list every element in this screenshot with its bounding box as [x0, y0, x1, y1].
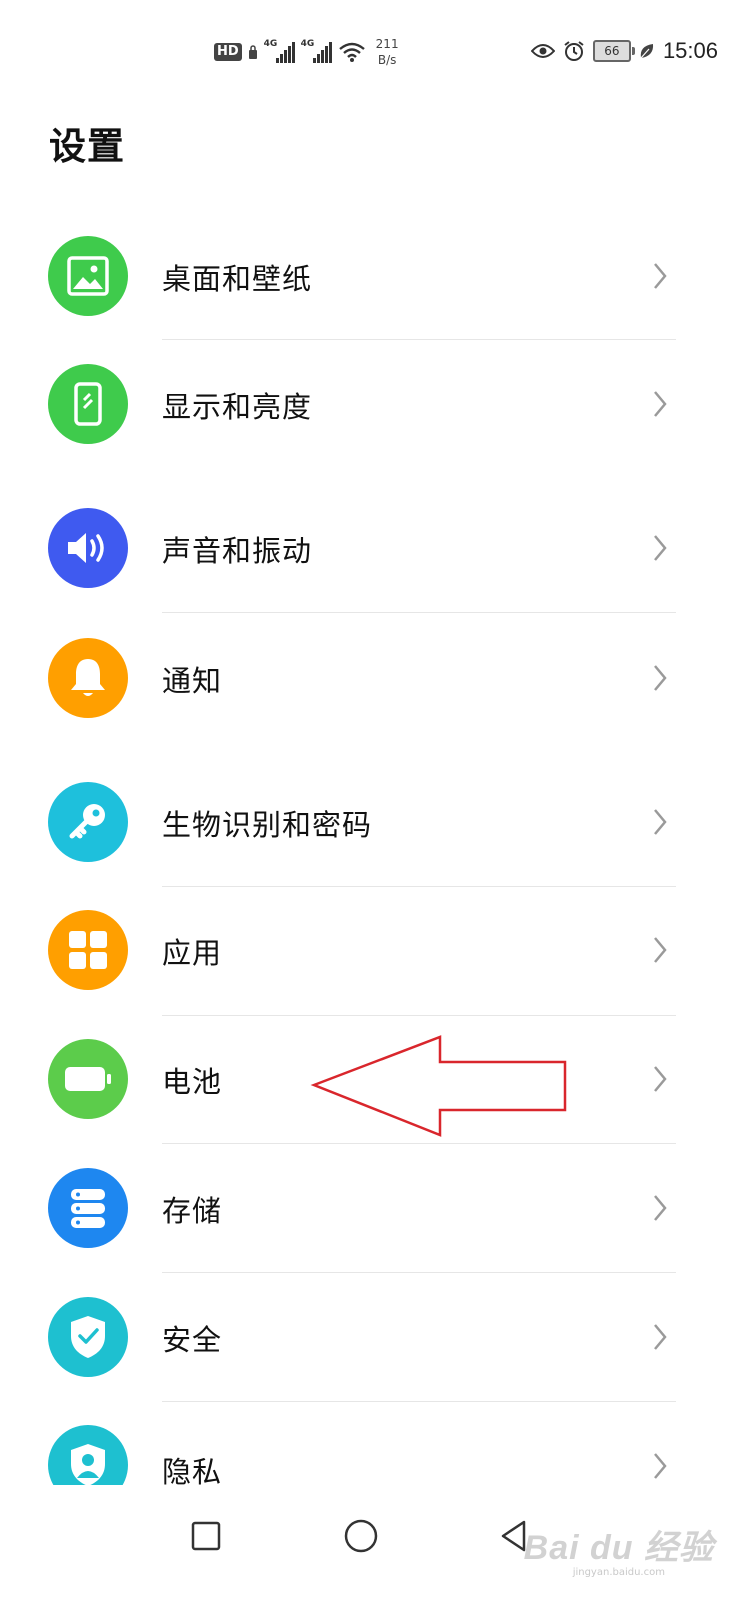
hd-badge: HD — [214, 43, 242, 61]
apps-grid-icon — [48, 910, 128, 990]
settings-item-label: 应用 — [162, 936, 223, 970]
divider — [162, 1272, 676, 1273]
settings-item-notifications[interactable]: 通知 — [0, 618, 738, 738]
bell-icon — [48, 638, 128, 718]
signal-strength-icon-1: 4G — [263, 39, 295, 63]
chevron-right-icon — [654, 937, 667, 963]
key-icon — [48, 782, 128, 862]
lock-icon — [248, 45, 257, 59]
settings-item-sound-vibration[interactable]: 声音和振动 — [0, 488, 738, 608]
chevron-right-icon — [654, 809, 667, 835]
divider — [162, 1015, 676, 1016]
page-title: 设置 — [49, 125, 125, 168]
baidu-jingyan-watermark: Bai du 经验 jingyan.baidu.com — [524, 1520, 714, 1578]
settings-item-label: 通知 — [162, 664, 223, 698]
divider — [162, 339, 676, 340]
signal-strength-icon-2: 4G — [300, 39, 332, 63]
settings-item-security[interactable]: 安全 — [0, 1277, 738, 1397]
home-circle-icon[interactable] — [331, 1506, 391, 1566]
watermark-logo: Bai du 经验 — [523, 1529, 714, 1567]
battery-indicator: 66 — [592, 40, 635, 62]
status-indicators: HD 4G 4G 211 B/s — [214, 36, 399, 68]
divider — [162, 612, 676, 613]
settings-item-label: 声音和振动 — [162, 534, 313, 568]
network-speed-unit: B/s — [377, 53, 397, 67]
settings-item-storage[interactable]: 存储 — [0, 1148, 738, 1268]
settings-item-battery[interactable]: 电池 — [0, 1019, 738, 1139]
network-speed-value: 211 — [375, 37, 399, 51]
shield-check-icon — [48, 1297, 128, 1377]
speaker-icon — [48, 508, 128, 588]
settings-item-biometrics-password[interactable]: 生物识别和密码 — [0, 762, 738, 882]
settings-item-label: 隐私 — [162, 1455, 223, 1485]
clock-time: 15:06 — [662, 38, 718, 63]
chevron-right-icon — [654, 1453, 667, 1479]
settings-item-display-brightness[interactable]: 显示和亮度 — [0, 344, 738, 464]
settings-item-label: 存储 — [162, 1194, 223, 1228]
chevron-right-icon — [654, 535, 667, 561]
alarm-icon — [564, 41, 584, 61]
status-right: 66 15:06 — [530, 38, 718, 64]
settings-item-label: 桌面和壁纸 — [162, 262, 313, 296]
network-speed: 211 B/s — [376, 36, 399, 68]
network-type-label: 4G — [300, 39, 315, 49]
chevron-right-icon — [654, 1066, 667, 1092]
settings-item-label: 电池 — [162, 1065, 223, 1099]
phone-display-icon — [48, 364, 128, 444]
leaf-icon — [640, 44, 654, 59]
chevron-right-icon — [654, 263, 667, 289]
navigation-bar: Bai du 经验 jingyan.baidu.com — [0, 1486, 738, 1600]
settings-item-home-wallpaper[interactable]: 桌面和壁纸 — [0, 216, 738, 336]
settings-item-apps[interactable]: 应用 — [0, 890, 738, 1010]
wifi-icon — [338, 42, 365, 62]
recents-square-icon[interactable] — [176, 1506, 236, 1566]
settings-item-label: 显示和亮度 — [162, 390, 313, 424]
chevron-right-icon — [654, 391, 667, 417]
status-bar: HD 4G 4G 211 B/s 66 15:06 — [0, 0, 738, 100]
divider — [162, 886, 676, 887]
image-icon — [48, 236, 128, 316]
network-type-label: 4G — [263, 39, 278, 49]
watermark-url: jingyan.baidu.com — [572, 1567, 665, 1578]
chevron-right-icon — [654, 1324, 667, 1350]
chevron-right-icon — [654, 665, 667, 691]
eye-icon — [530, 44, 555, 58]
battery-icon — [48, 1039, 128, 1119]
privacy-shield-icon — [48, 1425, 128, 1485]
settings-item-label: 安全 — [162, 1323, 223, 1357]
settings-item-label: 生物识别和密码 — [162, 808, 373, 842]
settings-item-privacy[interactable]: 隐私 — [0, 1405, 738, 1485]
divider — [162, 1143, 676, 1144]
storage-icon — [48, 1168, 128, 1248]
divider — [162, 1401, 676, 1402]
chevron-right-icon — [654, 1195, 667, 1221]
